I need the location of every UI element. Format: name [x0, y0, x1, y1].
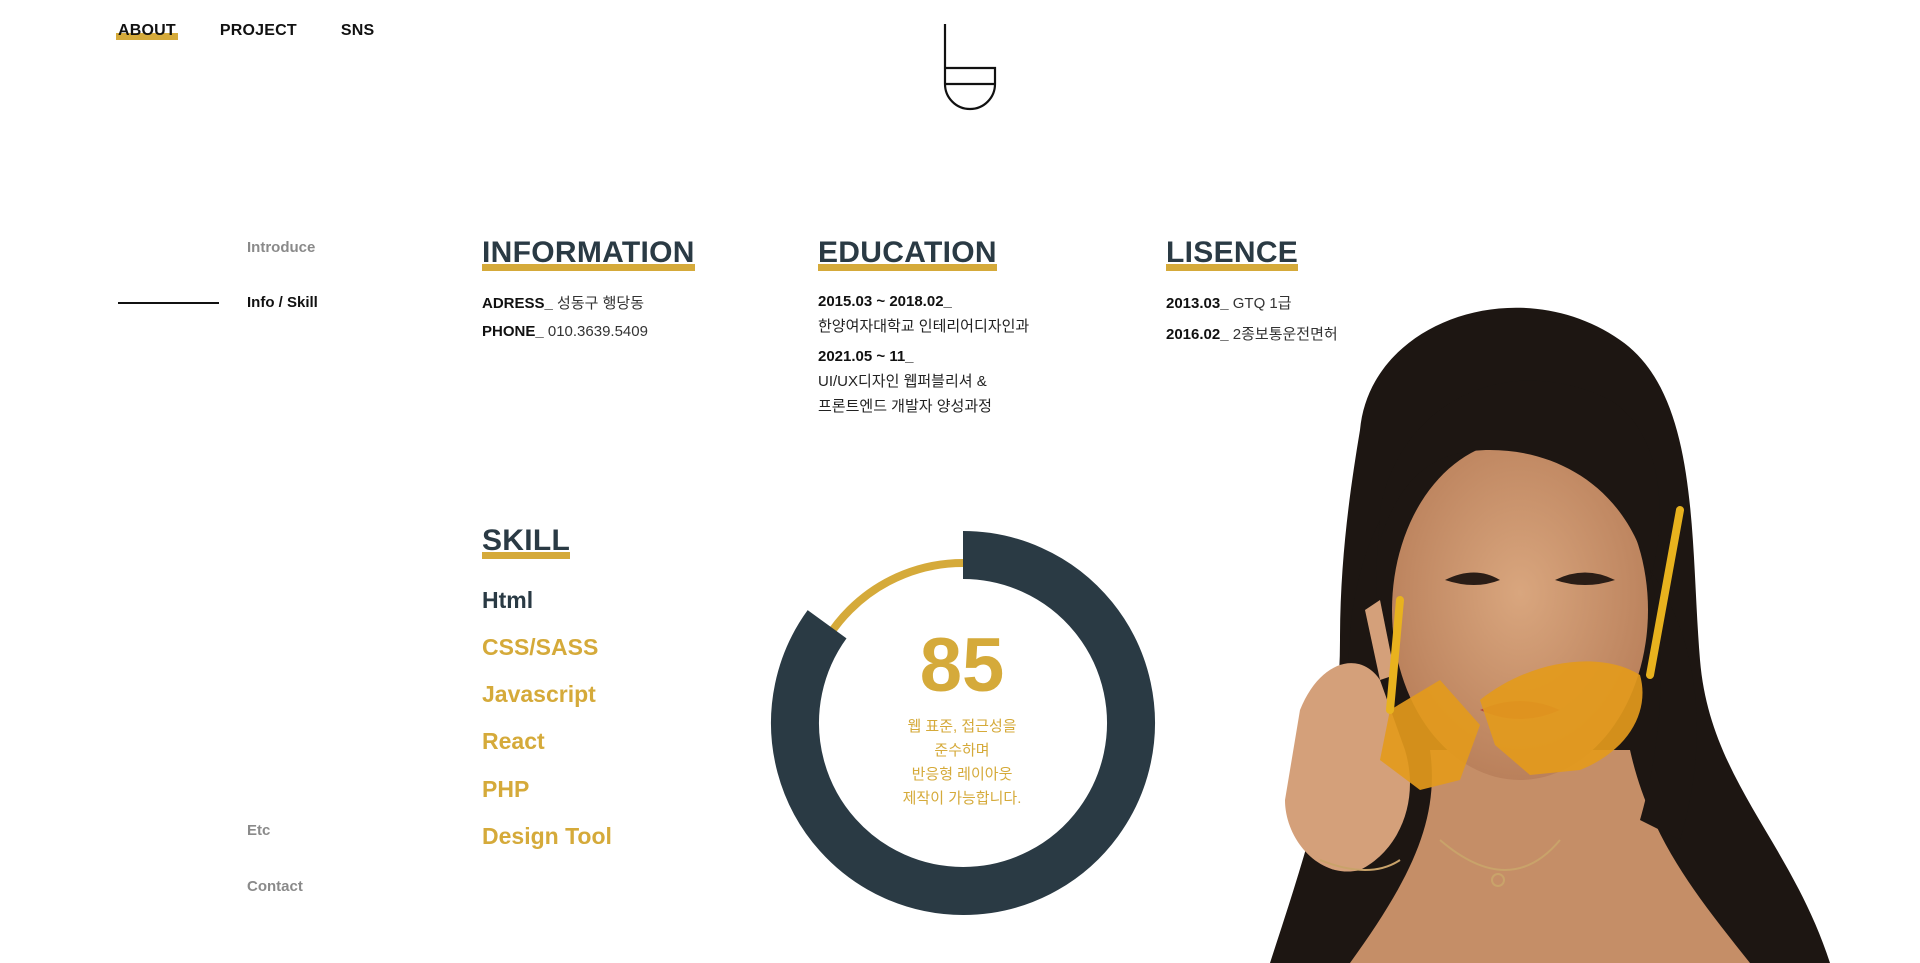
sidenav-item-info-skill[interactable]: Info / Skill: [247, 294, 318, 311]
sidenav-item-etc[interactable]: Etc: [247, 822, 270, 839]
license-date: 2016.02_: [1166, 326, 1229, 343]
skill-description-line: 반응형 레이아웃: [911, 766, 1013, 783]
skill-description: 웹 표준, 접근성을 준수하며 반응형 레이아웃 제작이 가능합니다.: [862, 715, 1062, 811]
sidenav-item-introduce[interactable]: Introduce: [247, 239, 315, 256]
brand-logo-icon[interactable]: [940, 22, 1000, 117]
education-line: UI/UX디자인 웹퍼블리셔 &: [818, 373, 987, 390]
skill-item-php[interactable]: PHP: [482, 776, 529, 803]
top-nav: ABOUT PROJECT SNS: [116, 22, 375, 40]
skill-item-css-sass[interactable]: CSS/SASS: [482, 634, 598, 661]
education-line: 한양여자대학교 인테리어디자인과: [818, 318, 1030, 335]
address-value: 성동구 행당동: [557, 295, 644, 312]
phone-value: 010.3639.5409: [547, 323, 648, 340]
phone-row: PHONE_ 010.3639.5409: [482, 323, 648, 340]
education-date: 2021.05 ~ 11_: [818, 348, 914, 365]
skill-description-line: 준수하며: [934, 742, 990, 759]
skill-item-javascript[interactable]: Javascript: [482, 681, 596, 708]
skill-heading: SKILL: [482, 524, 571, 559]
education-entry: 2021.05 ~ 11_ UI/UX디자인 웹퍼블리셔 & 프론트엔드 개발자…: [818, 344, 992, 419]
skill-percent: 85: [919, 623, 1005, 708]
information-heading: INFORMATION: [482, 236, 695, 271]
education-heading: EDUCATION: [818, 236, 997, 271]
nav-sns-link[interactable]: SNS: [341, 22, 375, 40]
address-row: ADRESS_ 성동구 행당동: [482, 292, 644, 313]
nav-project-link[interactable]: PROJECT: [220, 22, 297, 40]
skill-item-design-tool[interactable]: Design Tool: [482, 823, 612, 850]
education-date: 2015.03 ~ 2018.02_: [818, 293, 952, 310]
nav-about-link[interactable]: ABOUT: [116, 22, 178, 40]
sidenav-active-indicator: [118, 302, 219, 304]
license-date: 2013.03_: [1166, 295, 1229, 312]
education-line: 프론트엔드 개발자 양성과정: [818, 398, 992, 415]
address-label: ADRESS_: [482, 295, 553, 312]
skill-item-react[interactable]: React: [482, 728, 545, 755]
skill-description-line: 웹 표준, 접근성을: [907, 718, 1017, 735]
sidenav-item-contact[interactable]: Contact: [247, 878, 303, 895]
skill-description-line: 제작이 가능합니다.: [902, 790, 1022, 807]
skill-item-html[interactable]: Html: [482, 587, 533, 614]
profile-photo: [1270, 307, 1830, 963]
education-entry: 2015.03 ~ 2018.02_ 한양여자대학교 인테리어디자인과: [818, 289, 1029, 339]
phone-label: PHONE_: [482, 323, 544, 340]
license-heading: LISENCE: [1166, 236, 1299, 271]
